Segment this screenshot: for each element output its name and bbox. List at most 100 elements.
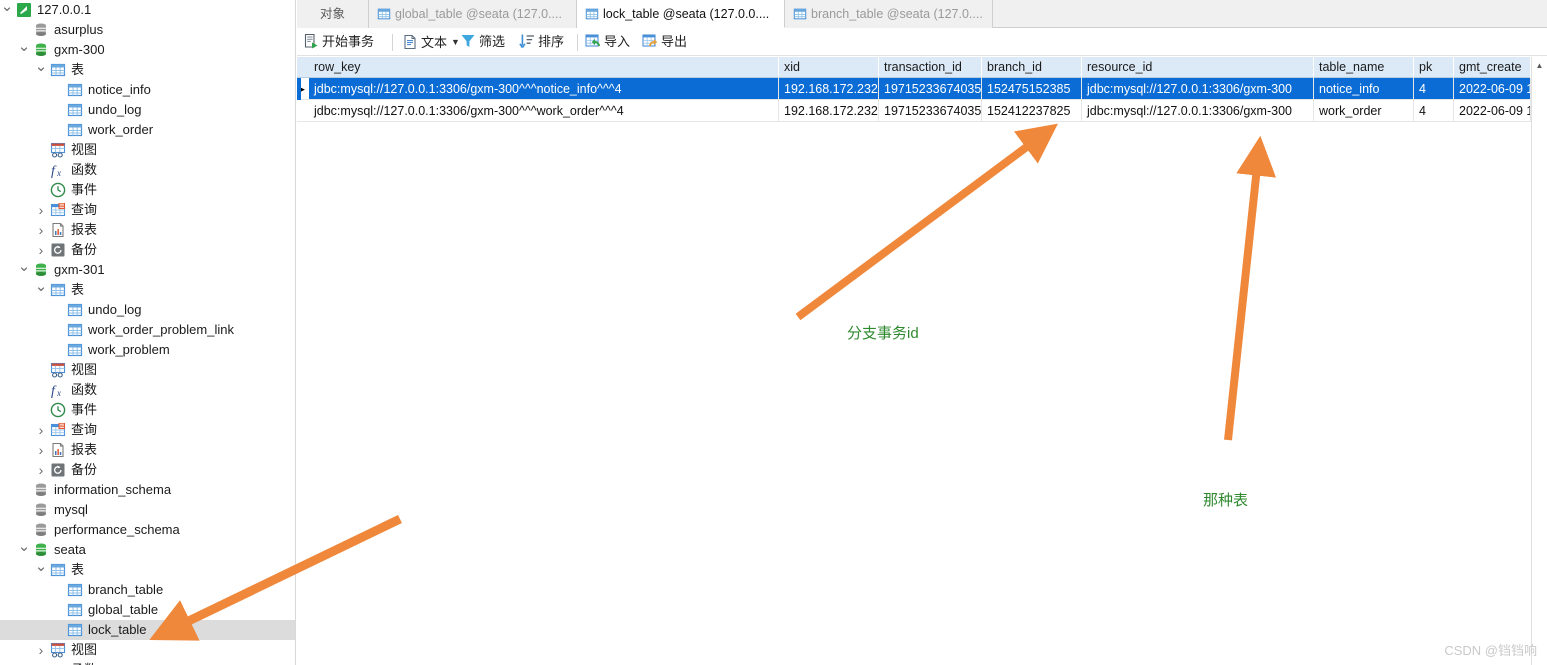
tree-item-node[interactable]: 查询 — [0, 420, 295, 442]
cell-value: 197152336740352 — [884, 104, 982, 118]
text-icon — [402, 34, 418, 50]
column-header-row_key[interactable]: row_key — [309, 57, 779, 78]
tree-item-node[interactable]: 事件 — [0, 400, 295, 420]
chevron-down-icon[interactable]: ▼ — [451, 37, 460, 47]
database-gray-icon — [33, 502, 49, 518]
column-header-pk[interactable]: pk — [1414, 57, 1454, 78]
cell-xid[interactable]: 192.168.172.232:8 — [779, 78, 879, 100]
tree-item-node[interactable]: 视图 — [0, 140, 295, 160]
tree-twisty-expanded-icon[interactable] — [0, 0, 14, 21]
tree-item-work_problem[interactable]: work_problem — [0, 340, 295, 360]
tree-item-information_schema[interactable]: information_schema — [0, 480, 295, 500]
tree-item-notice_info[interactable]: notice_info — [0, 80, 295, 100]
cell-pk[interactable]: 4 — [1414, 78, 1454, 100]
cell-transaction_id[interactable]: 197152336740352 — [879, 78, 982, 100]
cell-resource_id[interactable]: jdbc:mysql://127.0.0.1:3306/gxm-300 — [1082, 78, 1314, 100]
column-header-branch_id[interactable]: branch_id — [982, 57, 1082, 78]
tree-item-node[interactable]: 表 — [0, 60, 295, 81]
cell-gmt_create[interactable]: 2022-06-09 16 — [1454, 78, 1531, 100]
tab-0[interactable]: 对象 — [297, 0, 369, 28]
cell-resource_id[interactable]: jdbc:mysql://127.0.0.1:3306/gxm-300 — [1082, 100, 1314, 122]
tree-item-seata[interactable]: seata — [0, 540, 295, 561]
column-header-xid[interactable]: xid — [779, 57, 879, 78]
tree-item-node[interactable]: 查询 — [0, 200, 295, 222]
tab-3[interactable]: branch_table @seata (127.0.... — [785, 0, 993, 28]
cell-row_key[interactable]: jdbc:mysql://127.0.0.1:3306/gxm-300^^^no… — [309, 78, 779, 100]
cell-branch_id[interactable]: 152475152385 — [982, 78, 1082, 100]
grid-vertical-scrollbar[interactable]: ▲ — [1531, 57, 1547, 665]
tab-1[interactable]: global_table @seata (127.0.... — [369, 0, 577, 28]
toolbar-separator — [577, 34, 578, 51]
table-row[interactable]: jdbc:mysql://127.0.0.1:3306/gxm-300^^^no… — [297, 78, 1547, 100]
toolbar-button-5[interactable]: 导出 — [642, 31, 687, 53]
cell-row_key[interactable]: jdbc:mysql://127.0.0.1:3306/gxm-300^^^wo… — [309, 100, 779, 122]
tree-item-node[interactable]: fx函数 — [0, 380, 295, 400]
tree-item-127001[interactable]: 127.0.0.1 — [0, 0, 295, 21]
tree-item-node[interactable]: fx函数 — [0, 160, 295, 180]
export-icon — [642, 33, 658, 49]
tree-item-node[interactable]: 表 — [0, 560, 295, 581]
tree-item-undo_log[interactable]: undo_log — [0, 300, 295, 320]
tree-item-node[interactable]: 备份 — [0, 460, 295, 482]
query-icon — [50, 202, 66, 218]
tree-item-undo_log[interactable]: undo_log — [0, 100, 295, 120]
tree-item-node[interactable]: 备份 — [0, 240, 295, 262]
toolbar-button-4[interactable]: 导入 — [585, 31, 630, 53]
tree-twisty-collapsed-icon[interactable] — [34, 240, 48, 262]
tree-item-work_order[interactable]: work_order — [0, 120, 295, 140]
cell-branch_id[interactable]: 152412237825 — [982, 100, 1082, 122]
tree-twisty-expanded-icon[interactable] — [17, 540, 31, 561]
tree-item-node[interactable]: 表 — [0, 280, 295, 301]
tree-item-performance_schema[interactable]: performance_schema — [0, 520, 295, 540]
tree-item-node[interactable]: 视图 — [0, 640, 295, 662]
tree-item-branch_table[interactable]: branch_table — [0, 580, 295, 600]
column-header-resource_id[interactable]: resource_id — [1082, 57, 1314, 78]
tree-twisty-expanded-icon[interactable] — [34, 560, 48, 581]
tree-twisty-collapsed-icon[interactable] — [34, 440, 48, 462]
tree-item-node[interactable]: 事件 — [0, 180, 295, 200]
cell-table_name[interactable]: work_order — [1314, 100, 1414, 122]
tree-item-gxm-301[interactable]: gxm-301 — [0, 260, 295, 281]
toolbar-button-0[interactable]: 开始事务 — [303, 31, 374, 53]
grid-header-row[interactable]: row_key xid transaction_id branch_id resourc… — [297, 57, 1547, 78]
tree-twisty-collapsed-icon[interactable] — [34, 200, 48, 222]
tree-item-lock_table[interactable]: lock_table — [0, 620, 295, 640]
tree-twisty-expanded-icon[interactable] — [34, 60, 48, 81]
tree-twisty-expanded-icon[interactable] — [34, 280, 48, 301]
tree-item-work_order_problem_link[interactable]: work_order_problem_link — [0, 320, 295, 340]
cell-pk[interactable]: 4 — [1414, 100, 1454, 122]
tree-item-global_table[interactable]: global_table — [0, 600, 295, 620]
tree-twisty-collapsed-icon[interactable] — [34, 220, 48, 242]
tree-item-node[interactable]: 报表 — [0, 440, 295, 462]
cell-xid[interactable]: 192.168.172.232:8 — [779, 100, 879, 122]
tree-item-mysql[interactable]: mysql — [0, 500, 295, 520]
tree-item-node[interactable]: 报表 — [0, 220, 295, 242]
tree-item-node[interactable]: 视图 — [0, 360, 295, 380]
toolbar-button-1[interactable]: 文本 ▼ — [402, 31, 460, 53]
tree-twisty-expanded-icon[interactable] — [17, 260, 31, 281]
toolbar-button-2[interactable]: 筛选 — [460, 31, 505, 53]
column-header-transaction_id[interactable]: transaction_id — [879, 57, 982, 78]
tree-twisty-expanded-icon[interactable] — [17, 40, 31, 61]
tree-twisty-collapsed-icon[interactable] — [34, 420, 48, 442]
cell-table_name[interactable]: notice_info — [1314, 78, 1414, 100]
column-header-table_name[interactable]: table_name — [1314, 57, 1414, 78]
tree-twisty-collapsed-icon[interactable] — [34, 460, 48, 482]
result-grid[interactable]: row_key xid transaction_id branch_id resourc… — [297, 57, 1547, 665]
tree-item-node[interactable]: fx函数 — [0, 660, 295, 665]
tab-2[interactable]: lock_table @seata (127.0.0.... — [577, 0, 785, 28]
cell-value: 192.168.172.232:8 — [784, 104, 879, 118]
scroll-up-arrow-icon[interactable]: ▲ — [1532, 57, 1547, 74]
toolbar-button-3[interactable]: 排序 — [519, 31, 564, 53]
tree-item-gxm-300[interactable]: gxm-300 — [0, 40, 295, 61]
object-tree-sidebar[interactable]: 127.0.0.1asurplusgxm-300表notice_infoundo… — [0, 0, 296, 665]
cell-gmt_create[interactable]: 2022-06-09 16 — [1454, 100, 1531, 122]
tab-label: 对象 — [319, 7, 345, 21]
cell-transaction_id[interactable]: 197152336740352 — [879, 100, 982, 122]
tree-item-asurplus[interactable]: asurplus — [0, 20, 295, 40]
column-header-gmt_create[interactable]: gmt_create — [1454, 57, 1531, 78]
grid-toolbar[interactable]: 开始事务 文本 ▼ 筛选 排序 导入 导出 — [297, 28, 1547, 56]
table-row[interactable]: jdbc:mysql://127.0.0.1:3306/gxm-300^^^wo… — [297, 100, 1547, 122]
tab-strip[interactable]: 对象 global_table @seata (127.0.... lock_tab… — [297, 0, 1547, 28]
tree-twisty-collapsed-icon[interactable] — [34, 640, 48, 662]
